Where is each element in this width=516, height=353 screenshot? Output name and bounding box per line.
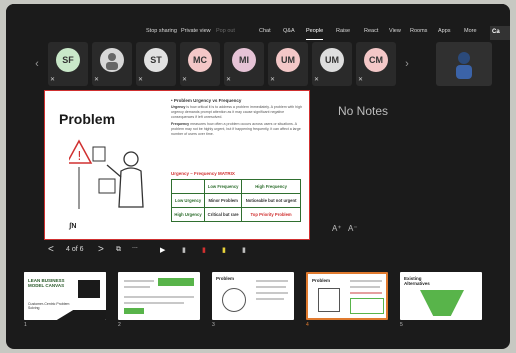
stop-sharing-button[interactable]: Stop sharing (146, 28, 177, 40)
person-video-icon (456, 52, 472, 79)
participant-tile[interactable]: SF ✕ (48, 42, 88, 86)
chat-button[interactable]: Chat (259, 28, 271, 40)
chevron-left-icon[interactable]: ‹ (30, 54, 44, 74)
matrix-header-high-frequency: High Frequency (241, 179, 301, 194)
app-window: Stop sharing Private view Pop out Chat Q… (6, 4, 510, 349)
grid-view-icon[interactable]: ⧉ (116, 246, 121, 254)
react-button[interactable]: React (364, 28, 378, 40)
participant-tile[interactable]: UM ✕ (268, 42, 308, 86)
thumbnail-number: 4 (306, 322, 309, 328)
previous-slide-button[interactable]: < (48, 244, 54, 255)
slide-thumbnail[interactable]: Existing Alternatives (400, 272, 482, 320)
pen-tool-icon[interactable]: ▮ (182, 246, 186, 254)
rooms-button[interactable]: Rooms (410, 28, 427, 40)
next-slide-button[interactable]: > (98, 244, 104, 255)
slide-title: Problem (59, 111, 116, 127)
thinking-person-illustration: ! (69, 139, 144, 209)
slide-thumbnail[interactable]: LEAN BUSINESS MODEL CANVAS Customer-Cent… (24, 272, 106, 320)
avatar-photo-icon (100, 48, 124, 72)
slide-heading: • Problem Urgency vs Frequency (171, 98, 242, 103)
avatar: MI (232, 48, 256, 72)
more-options-button[interactable]: ... (132, 243, 138, 250)
slide-filmstrip: LEAN BUSINESS MODEL CANVAS Customer-Cent… (22, 270, 494, 330)
mic-off-icon: ✕ (314, 77, 320, 83)
avatar: UM (276, 48, 300, 72)
avatar: SF (56, 48, 80, 72)
matrix-row-high-urgency: High Urgency (170, 207, 206, 222)
mic-off-icon: ✕ (138, 77, 144, 83)
slide-counter: 4 of 6 (66, 246, 84, 253)
participant-tile[interactable]: MC ✕ (180, 42, 220, 86)
svg-text:!: ! (77, 149, 82, 163)
thumbnail-title: LEAN BUSINESS MODEL CANVAS (28, 278, 65, 288)
avatar: UM (320, 48, 344, 72)
increase-font-button[interactable]: A⁺ (332, 224, 342, 233)
avatar: MC (188, 48, 212, 72)
matrix-title: Urgency – Frequency MATRIX (171, 171, 235, 176)
thumbnail-number: 3 (212, 322, 215, 328)
urgency-paragraph: Urgency is how critical it is to address… (171, 105, 302, 119)
speaker-notes-empty: No Notes (338, 104, 389, 118)
thumbnail-title: Problem (216, 276, 235, 281)
brand-logo: ʃN (69, 223, 77, 230)
chevron-right-icon[interactable]: › (400, 54, 414, 74)
apps-button[interactable]: Apps (438, 28, 451, 40)
matrix-corner (170, 179, 206, 194)
self-video-tile[interactable] (436, 42, 492, 86)
participant-tile[interactable]: UM ✕ (312, 42, 352, 86)
participant-tile[interactable]: CM ✕ (356, 42, 396, 86)
thumbnail-title: Existing Alternatives (404, 276, 430, 286)
raise-hand-button[interactable]: Raise (336, 28, 350, 40)
view-button[interactable]: View (389, 28, 401, 40)
avatar: ST (144, 48, 168, 72)
shared-slide: Problem ! ʃN • Problem Urgency vs Freque… (44, 90, 310, 240)
matrix-cell: Critical but rare (204, 207, 243, 222)
slide-thumbnail[interactable] (118, 272, 200, 320)
thumbnail-number: 1 (24, 322, 27, 328)
mic-off-icon: ✕ (358, 77, 364, 83)
mic-off-icon: ✕ (94, 77, 100, 83)
highlighter-tool-icon[interactable]: ▮ (222, 246, 226, 254)
slide-thumbnail-active[interactable]: Problem (306, 272, 388, 320)
decrease-font-button[interactable]: A⁻ (348, 224, 358, 233)
matrix-cell: Minor Problem (204, 193, 243, 208)
thumbnail-number: 2 (118, 322, 121, 328)
thumbnail-subtitle: Customer-Centric Problem Solving (28, 302, 70, 310)
pop-out-button[interactable]: Pop out (216, 28, 235, 40)
participant-strip: ‹ SF ✕ ✕ ST ✕ MC ✕ MI ✕ UM ✕ UM ✕ CM ✕ › (28, 40, 492, 88)
slide-thumbnail[interactable]: Problem (212, 272, 294, 320)
matrix-cell-top-priority: Top Priority Problem (241, 207, 301, 222)
thumbnail-number: 5 (400, 322, 403, 328)
presenter-controls: < 4 of 6 > ⧉ ... ▶ ▮ ▮ ▮ ▮ (48, 243, 268, 260)
pointer-tool-icon[interactable]: ▶ (160, 246, 165, 254)
mic-off-icon: ✕ (50, 77, 56, 83)
participant-tile[interactable]: MI ✕ (224, 42, 264, 86)
matrix-cell: Noticeable but not urgent (241, 193, 301, 208)
matrix-row-low-urgency: Low Urgency (170, 193, 206, 208)
slide-body-text: • Problem Urgency vs Frequency Urgency i… (171, 98, 306, 137)
urgency-frequency-matrix: Low Frequency High Frequency Low Urgency… (170, 179, 301, 222)
qa-button[interactable]: Q&A (283, 28, 295, 40)
camera-button[interactable]: Ca (490, 26, 510, 40)
private-view-button[interactable]: Private view (181, 28, 211, 40)
matrix-header-low-frequency: Low Frequency (204, 179, 243, 194)
marker-tool-icon[interactable]: ▮ (202, 246, 206, 254)
participant-tile[interactable]: ✕ (92, 42, 132, 86)
meeting-toolbar: Stop sharing Private view Pop out Chat Q… (6, 4, 510, 40)
participant-tile[interactable]: ST ✕ (136, 42, 176, 86)
mic-off-icon: ✕ (270, 77, 276, 83)
people-button[interactable]: People (306, 28, 324, 40)
avatar: CM (364, 48, 388, 72)
mic-off-icon: ✕ (182, 77, 188, 83)
mic-off-icon: ✕ (226, 77, 232, 83)
eraser-tool-icon[interactable]: ▮ (242, 246, 246, 254)
thumbnail-title: Problem (312, 278, 331, 283)
frequency-paragraph: Frequency measures how often a problem o… (171, 122, 301, 136)
more-button[interactable]: More (464, 28, 477, 40)
